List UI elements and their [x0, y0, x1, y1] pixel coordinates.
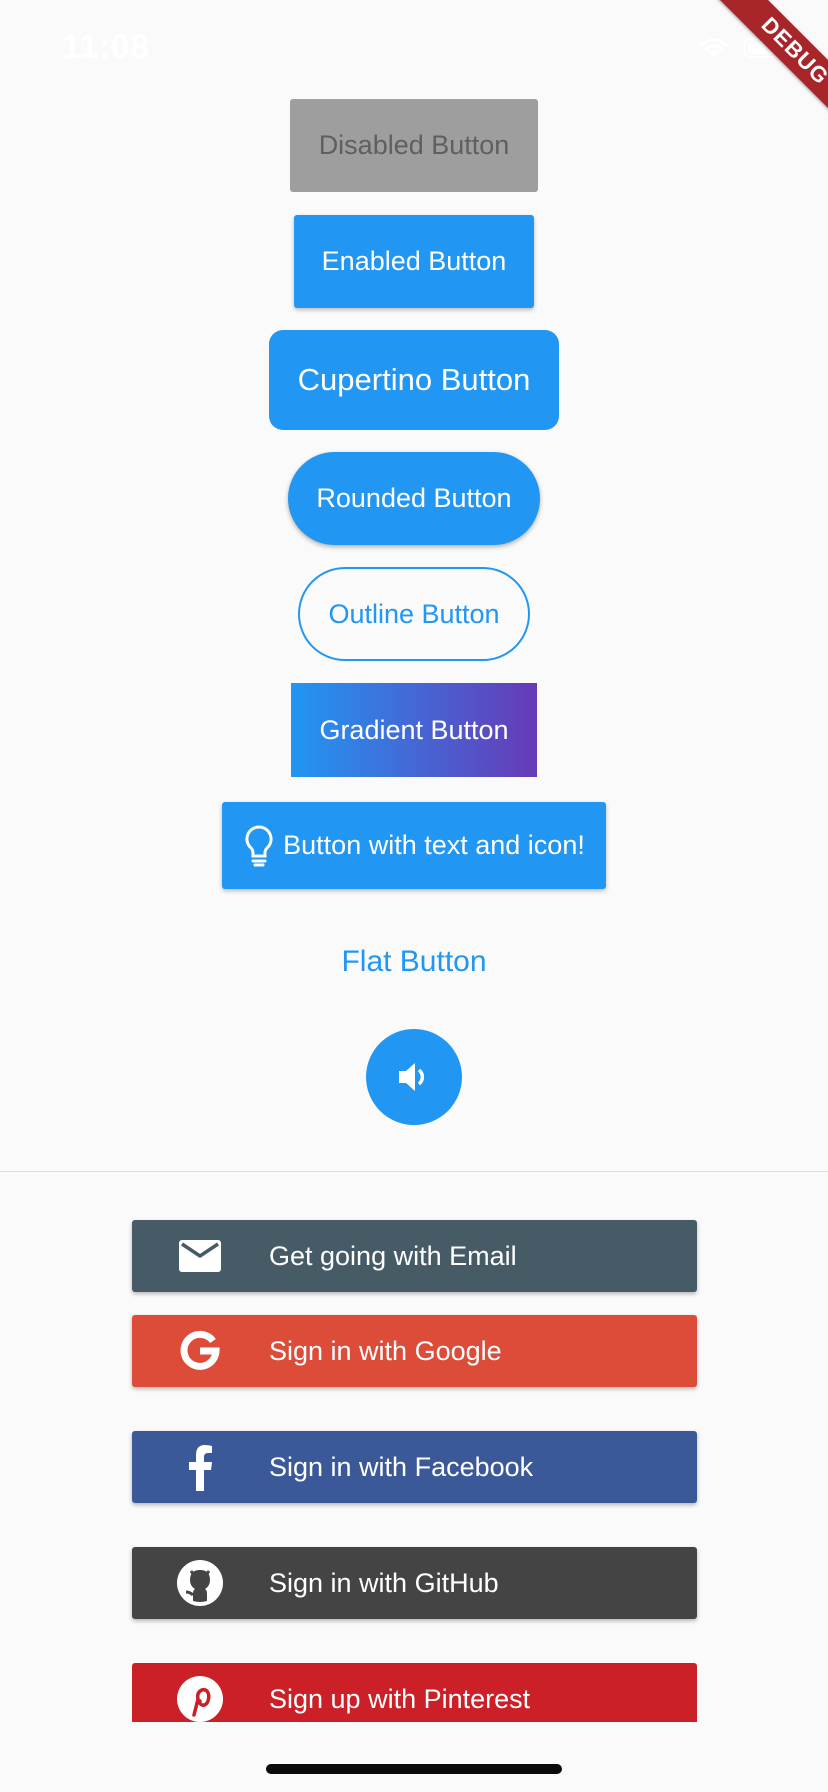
- lightbulb-icon: [245, 824, 273, 866]
- volume-up-icon: [399, 1063, 425, 1091]
- pinterest-signup-label: Sign up with Pinterest: [269, 1684, 531, 1714]
- rounded-button[interactable]: Rounded Button: [288, 452, 540, 545]
- status-time: 11:08: [62, 28, 150, 66]
- google-signin-button[interactable]: Sign in with Google: [132, 1315, 697, 1387]
- facebook-signin-label: Sign in with Facebook: [269, 1452, 534, 1482]
- text-icon-button[interactable]: Button with text and icon!: [222, 802, 606, 889]
- cupertino-button[interactable]: Cupertino Button: [269, 330, 559, 430]
- outline-button[interactable]: Outline Button: [298, 567, 530, 661]
- facebook-signin-button[interactable]: Sign in with Facebook: [132, 1431, 697, 1503]
- github-signin-button[interactable]: Sign in with GitHub: [132, 1547, 697, 1619]
- gradient-button[interactable]: Gradient Button: [291, 683, 537, 777]
- email-signin-label: Get going with Email: [269, 1241, 517, 1271]
- pinterest-signup-button[interactable]: Sign up with Pinterest: [132, 1663, 697, 1722]
- volume-fab-button[interactable]: [366, 1029, 462, 1125]
- email-icon: [176, 1232, 224, 1280]
- flat-button[interactable]: Flat Button: [314, 912, 514, 1012]
- github-icon: [176, 1559, 224, 1607]
- status-bar: 11:08: [0, 0, 828, 100]
- facebook-icon: [176, 1443, 224, 1491]
- disabled-button[interactable]: Disabled Button: [290, 99, 538, 192]
- google-icon: [176, 1327, 224, 1375]
- divider: [0, 1171, 828, 1172]
- google-signin-label: Sign in with Google: [269, 1336, 502, 1366]
- email-signin-button[interactable]: Get going with Email: [132, 1220, 697, 1292]
- enabled-button[interactable]: Enabled Button: [294, 215, 534, 308]
- github-signin-label: Sign in with GitHub: [269, 1568, 499, 1598]
- text-icon-button-label: Button with text and icon!: [283, 830, 585, 860]
- wifi-icon: [700, 38, 728, 58]
- pinterest-icon: [176, 1675, 224, 1722]
- home-indicator: [266, 1764, 562, 1774]
